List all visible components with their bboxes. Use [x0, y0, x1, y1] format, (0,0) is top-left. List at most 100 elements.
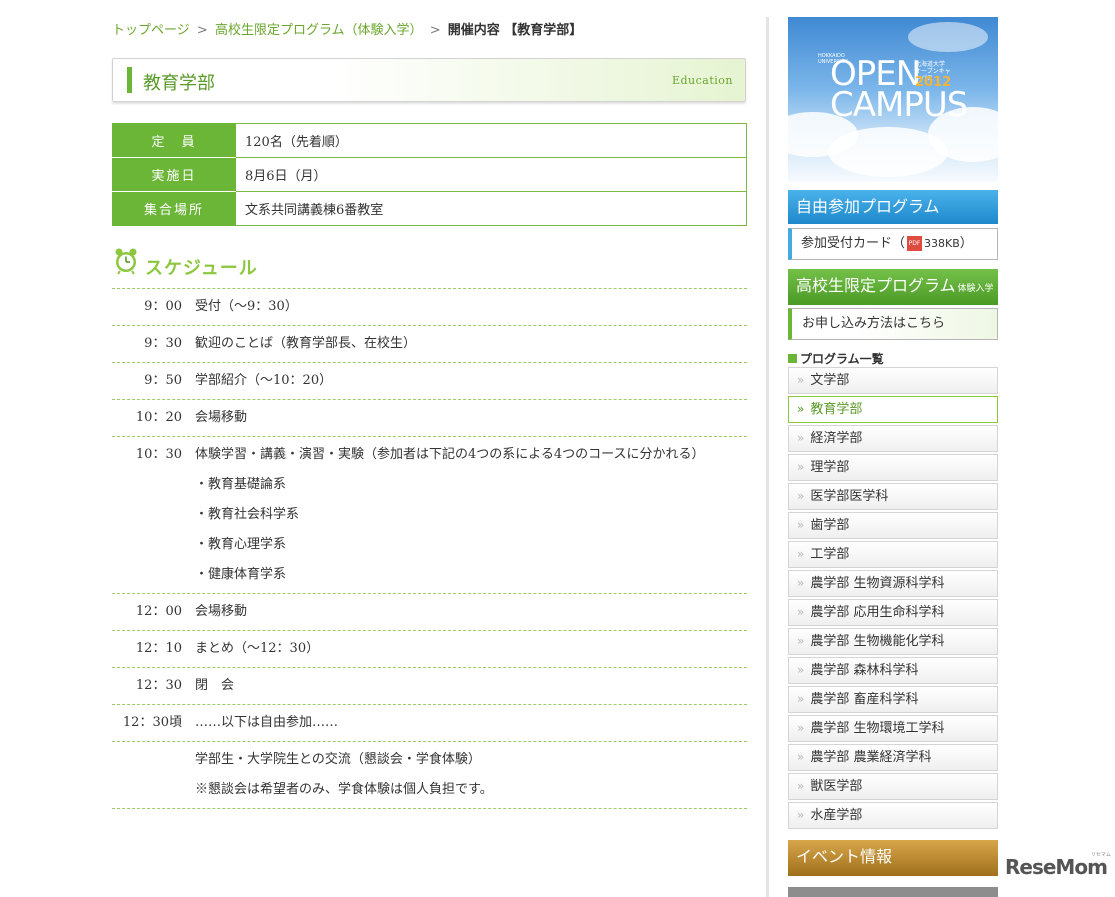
schedule-desc: 閉 会 [195, 678, 235, 693]
program-list-item[interactable]: » 医学部医学科 [788, 483, 998, 510]
alarm-clock-icon [115, 248, 137, 275]
schedule-time: 12：00 [135, 604, 182, 619]
course-item: ・教育心理学系 [195, 537, 287, 552]
double-chevron-icon: » [797, 605, 805, 619]
program-list-label: 農学部 畜産科学科 [810, 692, 919, 707]
program-list-item[interactable]: » 文学部 [788, 367, 998, 394]
schedule-time: 9：50 [144, 373, 182, 388]
program-list-heading: プログラム一覧 [788, 350, 884, 367]
info-label: 集合場所 [112, 191, 236, 226]
program-list-item[interactable]: » 農学部 畜産科学科 [788, 686, 998, 713]
double-chevron-icon: » [797, 373, 805, 387]
schedule-desc: 会場移動 [195, 410, 248, 425]
title-accent-bar [127, 67, 132, 93]
program-list-label: 医学部医学科 [810, 489, 889, 504]
info-value: 文系共同講義棟6番教室 [235, 191, 747, 226]
info-value: 120名（先着順） [235, 123, 747, 158]
page-title: 教育学部 [143, 73, 215, 94]
program-list-item[interactable]: » 理学部 [788, 454, 998, 481]
schedule-time: 12：10 [135, 641, 182, 656]
program-list-item[interactable]: » 獣医学部 [788, 773, 998, 800]
info-row: 定 員 120名（先着順） [112, 123, 747, 158]
schedule-desc: 歓迎のことば（教育学部長、在校生） [195, 336, 417, 351]
program-list: » 文学部 » 教育学部 » 経済学部 » 理学部 » 医学部医学科 » 歯学部 » 工学部 » 農学部 生物… [788, 367, 998, 831]
program-list-item[interactable]: » 歯学部 [788, 512, 998, 539]
double-chevron-icon: » [797, 460, 805, 474]
program-list-item[interactable]: » 経済学部 [788, 425, 998, 452]
open-campus-banner[interactable]: HOKKAIDO UNIVERSITY OPEN CAMPUS 北海道大学 オー… [788, 17, 998, 182]
entry-card-download-link[interactable]: 参加受付カード（ PDF 338KB） [788, 228, 998, 260]
info-row: 集合場所 文系共同講義棟6番教室 [112, 191, 747, 226]
program-list-item[interactable]: » 農学部 応用生命科学科 [788, 599, 998, 626]
column-divider [766, 17, 769, 897]
schedule-desc: まとめ（〜12：30） [195, 641, 320, 656]
schedule-time: 10：20 [135, 410, 182, 425]
breadcrumb-program-link[interactable]: 高校生限定プログラム（体験入学） [215, 23, 423, 38]
double-chevron-icon: » [797, 721, 805, 735]
schedule-time: 9：00 [144, 299, 182, 314]
breadcrumb-home-link[interactable]: トップページ [112, 23, 190, 38]
watermark-kana: リセマム [1090, 852, 1111, 858]
resemom-watermark: ReseMom リセマム [1005, 852, 1111, 879]
schedule-row: 10：30 体験学習・講義・演習・実験（参加者は下記の4つの系による4つのコース… [112, 437, 747, 594]
program-list-label: 獣医学部 [810, 779, 863, 794]
program-list-item[interactable]: » 農学部 森林科学科 [788, 657, 998, 684]
info-label: 定 員 [112, 123, 236, 158]
info-row: 実施日 8月6日（月） [112, 157, 747, 192]
program-list-item[interactable]: » 教育学部 [788, 396, 998, 423]
double-chevron-icon: » [797, 576, 805, 590]
schedule-row: 12：10 まとめ（〜12：30） [112, 631, 747, 668]
double-chevron-icon: » [797, 634, 805, 648]
schedule-time: 10：30 [135, 447, 182, 462]
info-table: 定 員 120名（先着順） 実施日 8月6日（月） 集合場所 文系共同講義棟6番… [112, 123, 747, 226]
schedule-time: 12：30 [135, 678, 182, 693]
program-list-item[interactable]: » 農学部 生物資源科学科 [788, 570, 998, 597]
schedule-desc: 学部紹介（〜10：20） [195, 373, 333, 388]
entry-card-size: 338KB [924, 237, 960, 250]
watermark-brand: ReseMom [1005, 855, 1108, 879]
program-list-item[interactable]: » 農学部 農業経済学科 [788, 744, 998, 771]
program-list-label: 工学部 [810, 547, 850, 562]
breadcrumb-current: 開催内容 【教育学部】 [447, 23, 583, 38]
double-chevron-icon: » [797, 779, 805, 793]
breadcrumb-separator: > [196, 23, 208, 38]
program-list-label: 農学部 応用生命科学科 [810, 605, 945, 620]
program-list-label: 教育学部 [810, 402, 863, 417]
apply-method-link[interactable]: お申し込み方法はこちら [788, 308, 998, 340]
hs-program-subtitle: 体験入学 [957, 284, 994, 294]
course-item: ・健康体育学系 [195, 567, 287, 582]
schedule-desc-block: 体験学習・講義・演習・実験（参加者は下記の4つの系による4つのコースに分かれる）… [195, 440, 747, 590]
double-chevron-icon: » [797, 663, 805, 677]
program-list-item[interactable]: » 農学部 生物機能化学科 [788, 628, 998, 655]
program-list-item[interactable]: » 工学部 [788, 541, 998, 568]
program-list-label: 経済学部 [810, 431, 863, 446]
banner-campus-text: CAMPUS [830, 85, 968, 125]
schedule-desc: ……以下は自由参加…… [195, 715, 339, 730]
program-list-label: 理学部 [810, 460, 850, 475]
hs-program-title: 高校生限定プログラム [796, 276, 956, 295]
event-info-header[interactable]: イベント情報 [788, 840, 998, 876]
double-chevron-icon: » [797, 692, 805, 706]
free-program-header[interactable]: 自由参加プログラム [788, 190, 998, 224]
info-label: 実施日 [112, 157, 236, 192]
schedule-note: ※懇談会は希望者のみ、学食体験は個人負担です。 [195, 782, 493, 797]
pdf-icon: PDF [907, 236, 923, 251]
hs-program-header[interactable]: 高校生限定プログラム 体験入学 [788, 269, 998, 305]
entry-card-close: ） [959, 236, 973, 251]
schedule-time [112, 745, 195, 805]
page-title-box: 教育学部 Education [112, 58, 746, 102]
program-list-label: 農学部 生物環境工学科 [810, 721, 945, 736]
schedule-row: 10：20 会場移動 [112, 400, 747, 437]
double-chevron-icon: » [797, 431, 805, 445]
schedule-list: 9：00 受付（〜9：30） 9：30 歓迎のことば（教育学部長、在校生） 9：… [112, 288, 747, 809]
square-bullet-icon [788, 354, 797, 363]
program-list-label: 農学部 農業経済学科 [810, 750, 932, 765]
program-list-label: 農学部 生物資源科学科 [810, 576, 945, 591]
program-list-item[interactable]: » 農学部 生物環境工学科 [788, 715, 998, 742]
schedule-row: 9：00 受付（〜9：30） [112, 289, 747, 326]
program-list-title: プログラム一覧 [800, 352, 884, 366]
sidebar-bottom-bar [788, 887, 998, 897]
program-list-label: 農学部 生物機能化学科 [810, 634, 945, 649]
program-list-item[interactable]: » 水産学部 [788, 802, 998, 829]
schedule-desc: 体験学習・講義・演習・実験（参加者は下記の4つの系による4つのコースに分かれる） [195, 447, 705, 462]
